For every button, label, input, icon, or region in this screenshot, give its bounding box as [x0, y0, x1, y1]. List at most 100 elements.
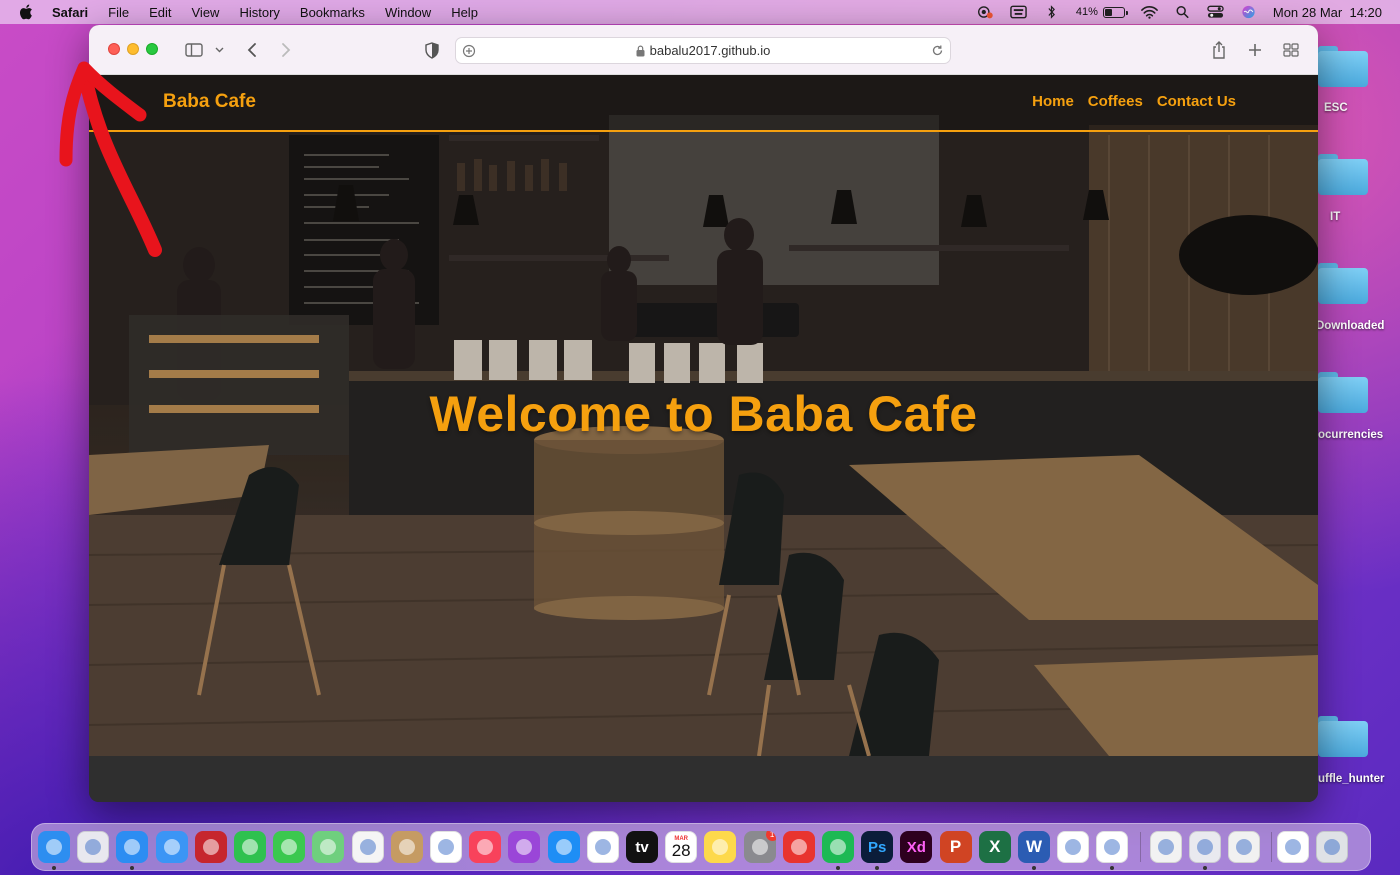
photos-icon[interactable] [351, 831, 384, 863]
reminders-icon[interactable] [430, 831, 462, 863]
maps-icon[interactable] [312, 831, 345, 863]
desktop-folder-cryptocurrencies[interactable] [1318, 372, 1368, 413]
tab-overview-icon[interactable] [1282, 39, 1300, 61]
preview-icon[interactable] [1188, 831, 1221, 863]
notes-icon[interactable] [704, 831, 737, 863]
dock: tv MAR 28 1 Ps Xd P X W [31, 823, 1371, 871]
running-indicator [1032, 866, 1036, 870]
nav-link-home[interactable]: Home [1032, 93, 1074, 110]
battery-percent: 41% [1075, 6, 1098, 18]
web-page: Baba Cafe Home Coffees Contact Us Welcom… [89, 75, 1318, 802]
adobe-xd-icon[interactable]: Xd [900, 831, 933, 863]
nav-link-contact-us[interactable]: Contact Us [1157, 93, 1236, 110]
menu-view[interactable]: View [192, 5, 220, 20]
privacy-shield-icon[interactable] [423, 39, 441, 61]
menu-edit[interactable]: Edit [149, 5, 171, 20]
podcasts-icon[interactable] [508, 831, 541, 863]
desktop-folder-shuffle-hunter[interactable] [1318, 716, 1368, 757]
siri-icon[interactable] [1240, 5, 1257, 19]
launchpad-icon[interactable] [77, 831, 110, 863]
excel-icon[interactable]: X [978, 831, 1011, 863]
menu-history[interactable]: History [239, 5, 279, 20]
share-icon[interactable] [1210, 39, 1228, 61]
document-stack-icon[interactable] [1277, 831, 1310, 863]
powerpoint-glyph: P [949, 837, 962, 856]
vscode-icon[interactable] [1057, 831, 1090, 863]
powerpoint-icon[interactable]: P [939, 831, 972, 863]
forward-icon[interactable] [278, 39, 294, 61]
running-indicator [875, 866, 880, 870]
safari-icon[interactable] [116, 831, 149, 863]
address-bar[interactable]: babalu2017.github.io [455, 37, 951, 64]
mail-icon[interactable] [155, 831, 188, 863]
back-icon[interactable] [244, 39, 260, 61]
trash-icon[interactable] [1316, 831, 1349, 863]
menu-bookmarks[interactable]: Bookmarks [300, 5, 365, 20]
messages-icon[interactable] [273, 831, 306, 863]
textedit-icon[interactable] [1149, 831, 1182, 863]
site-navbar: Baba Cafe Home Coffees Contact Us [89, 75, 1318, 132]
running-indicator [836, 866, 840, 870]
reload-icon[interactable] [931, 44, 944, 57]
folder-label-shuffle-hunter: uffle_hunter [1318, 773, 1385, 785]
desktop-folder-downloaded[interactable] [1318, 263, 1368, 304]
battery-indicator[interactable]: 41% [1075, 6, 1128, 18]
bluetooth-icon[interactable] [1043, 5, 1060, 19]
screen-time-icon[interactable] [977, 5, 994, 19]
sidebar-icon[interactable] [184, 39, 204, 61]
keyboard-icon[interactable] [1010, 5, 1027, 19]
desktop-folder-it[interactable] [1318, 154, 1368, 195]
menu-app-name[interactable]: Safari [52, 5, 88, 20]
control-center-icon[interactable] [1207, 5, 1224, 19]
app-store-icon[interactable] [547, 831, 580, 863]
zoom-window-button[interactable] [146, 43, 158, 55]
news-glyph [594, 839, 611, 855]
chevron-down-icon[interactable] [213, 39, 225, 61]
adobe-xd-glyph: Xd [906, 838, 926, 856]
creative-cloud-icon[interactable] [782, 831, 815, 863]
apple-tv-icon[interactable]: tv [626, 831, 658, 863]
menu-clock[interactable]: Mon 28 Mar 14:20 [1273, 5, 1382, 20]
site-logo[interactable]: Baba Cafe [163, 91, 256, 113]
system-preferences-icon[interactable]: 1 [743, 831, 776, 863]
photoshop-icon[interactable]: Ps [861, 831, 894, 863]
safari-glyph [124, 839, 141, 855]
contacts-icon[interactable] [390, 831, 423, 863]
desktop-folder-esc[interactable] [1318, 46, 1368, 87]
running-indicator [1202, 866, 1207, 870]
chrome-glyph [1104, 839, 1121, 855]
memoji-icon[interactable] [1228, 831, 1260, 863]
apple-menu-icon[interactable] [19, 4, 33, 20]
preview-glyph [1196, 839, 1213, 855]
word-icon[interactable]: W [1018, 831, 1050, 863]
photoshop-glyph: Ps [868, 838, 887, 856]
spotify-icon[interactable] [822, 831, 854, 863]
new-tab-icon[interactable] [1246, 39, 1264, 61]
chrome-icon[interactable] [1096, 831, 1129, 863]
notification-badge: 1 [765, 831, 776, 841]
news-icon[interactable] [586, 831, 619, 863]
calendar-icon[interactable]: MAR 28 [665, 831, 698, 863]
facetime-icon[interactable] [234, 831, 266, 863]
messages-glyph [281, 839, 298, 855]
search-icon[interactable] [1174, 5, 1191, 19]
hero-title: Welcome to Baba Cafe [429, 386, 978, 442]
music-icon[interactable] [469, 831, 502, 863]
menu-window[interactable]: Window [385, 5, 431, 20]
folder-label-downloaded: Downloaded [1316, 320, 1385, 332]
photo-booth-icon[interactable] [194, 831, 227, 863]
nav-link-coffees[interactable]: Coffees [1088, 93, 1143, 110]
finder-icon[interactable] [38, 831, 70, 863]
photo-booth-glyph [202, 839, 219, 855]
reminders-glyph [438, 839, 454, 855]
url-text: babalu2017.github.io [649, 43, 771, 58]
running-indicator [130, 866, 135, 870]
close-window-button[interactable] [108, 43, 120, 55]
notes-glyph [712, 839, 729, 855]
wifi-icon[interactable] [1141, 5, 1158, 19]
mail-glyph [163, 839, 180, 855]
minimize-window-button[interactable] [127, 43, 139, 55]
facetime-glyph [242, 839, 258, 855]
menu-help[interactable]: Help [451, 5, 478, 20]
menu-file[interactable]: File [108, 5, 129, 20]
